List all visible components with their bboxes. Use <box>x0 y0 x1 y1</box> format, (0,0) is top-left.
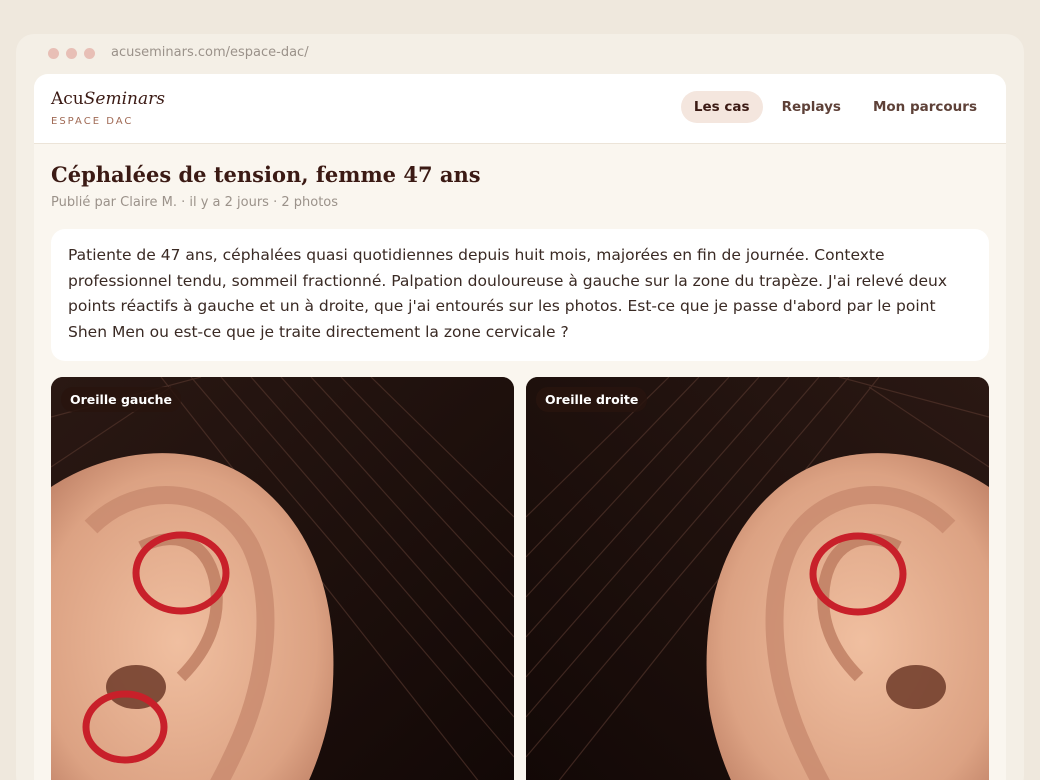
window-close-dot[interactable] <box>48 48 59 59</box>
brand-name-plain: Acu <box>51 89 84 109</box>
case-title: Céphalées de tension, femme 47 ans <box>51 162 481 187</box>
case-meta: Publié par Claire M. · il y a 2 jours · … <box>51 195 339 210</box>
window-minimize-dot[interactable] <box>66 48 77 59</box>
main-nav: Les cas Replays Mon parcours <box>680 91 990 123</box>
top-bar: AcuSeminars ESPACE DAC Les cas Replays M… <box>34 74 1006 144</box>
brand-subtitle: ESPACE DAC <box>51 116 134 127</box>
app-window: AcuSeminars ESPACE DAC Les cas Replays M… <box>34 74 1006 780</box>
ear-photo-right <box>526 377 989 780</box>
nav-item-mon-parcours[interactable]: Mon parcours <box>860 91 990 123</box>
ear-photo-left <box>51 377 514 780</box>
photo-label-left: Oreille gauche <box>61 387 182 412</box>
brand-name-italic: Seminars <box>83 89 165 109</box>
nav-item-replays[interactable]: Replays <box>769 91 854 123</box>
photo-right-ear[interactable]: Oreille droite <box>526 377 989 780</box>
brand-logo[interactable]: AcuSeminars <box>51 89 165 109</box>
case-description: Patiente de 47 ans, céphalées quasi quot… <box>51 229 989 361</box>
photo-left-ear[interactable]: Oreille gauche <box>51 377 514 780</box>
photo-label-right: Oreille droite <box>536 387 648 412</box>
window-maximize-dot[interactable] <box>84 48 95 59</box>
address-bar[interactable]: acuseminars.com/espace-dac/ <box>111 45 309 60</box>
browser-chrome: acuseminars.com/espace-dac/ <box>16 34 1024 74</box>
nav-item-les-cas[interactable]: Les cas <box>680 91 763 123</box>
